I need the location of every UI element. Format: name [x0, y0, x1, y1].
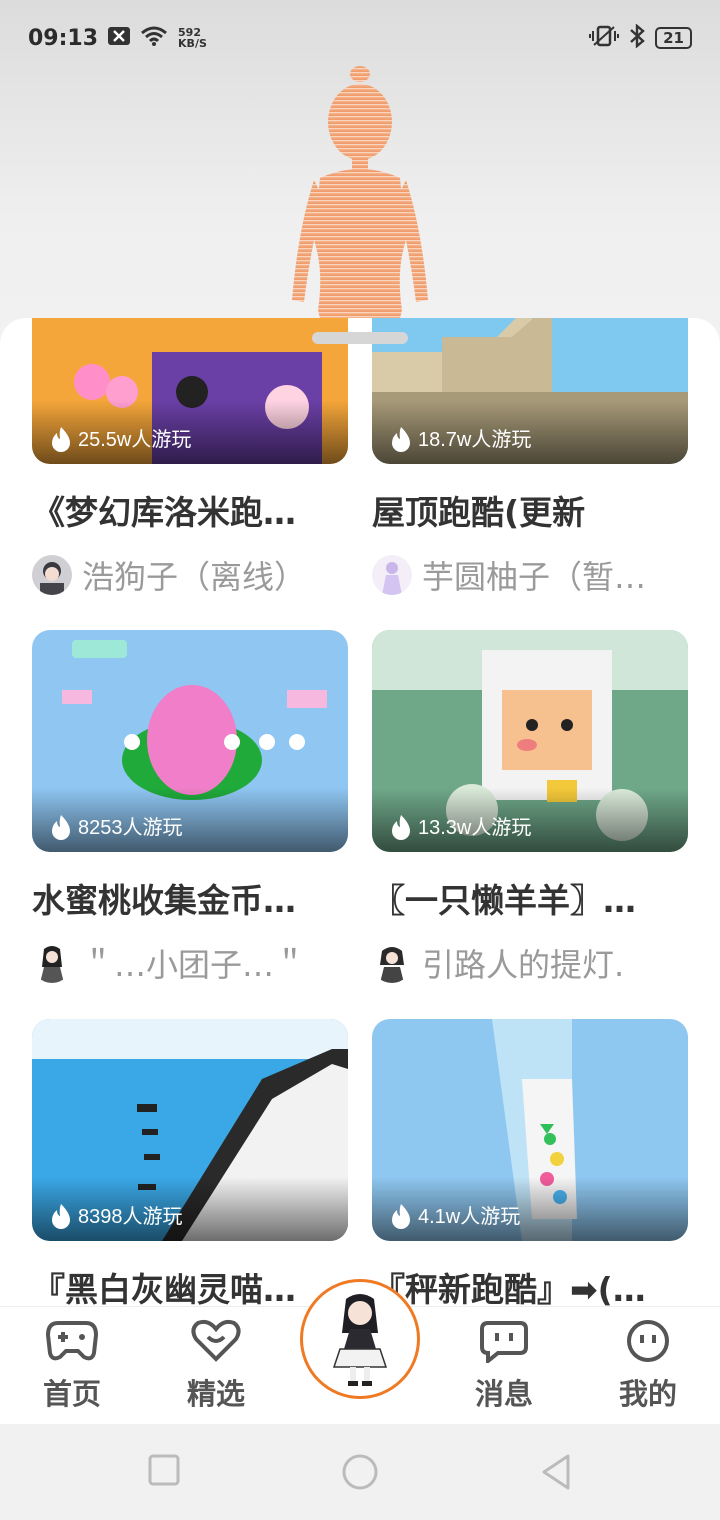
author-name: 芋圆柚子（暂…: [422, 558, 647, 596]
game-title[interactable]: 《梦幻库洛米跑…: [32, 486, 348, 534]
game-thumbnail[interactable]: 13.3w人游玩: [372, 630, 688, 852]
play-count-overlay: 25.5w人游玩: [32, 400, 348, 464]
author-name: ＂…小团子…＂: [82, 946, 307, 984]
play-count: 4.1w人游玩: [418, 1206, 521, 1228]
gamepad-icon: [45, 1321, 99, 1361]
avatar-stage: 09:13 592 KB/S 21: [0, 0, 720, 360]
game-card[interactable]: 4.1w人游玩 『秤新跑酷』➡(…: [372, 1019, 688, 1308]
game-thumbnail[interactable]: 8398人游玩: [32, 1019, 348, 1241]
heart-icon: [191, 1319, 241, 1362]
flame-icon: [392, 815, 410, 840]
play-count: 18.7w人游玩: [418, 429, 532, 451]
recents-square-icon[interactable]: [148, 1454, 180, 1490]
game-card[interactable]: 25.5w人游玩 《梦幻库洛米跑… 浩狗子（离线）: [32, 318, 348, 598]
tab-home[interactable]: 首页: [22, 1319, 122, 1413]
game-thumbnail[interactable]: 25.5w人游玩: [32, 318, 348, 464]
avatar-3d-figure[interactable]: [270, 60, 450, 360]
game-title[interactable]: 屋顶跑酷(更新: [372, 486, 688, 534]
chat-bubble-icon: [480, 1321, 528, 1366]
flame-icon: [392, 1204, 410, 1229]
game-card[interactable]: 8398人游玩 『黑白灰幽灵喵…: [32, 1019, 348, 1308]
play-count: 13.3w人游玩: [418, 817, 532, 839]
play-count: 8398人游玩: [78, 1206, 183, 1228]
bottom-tab-bar: 首页 精选 消息 我的: [0, 1279, 720, 1424]
game-title[interactable]: 水蜜桃收集金币…: [32, 874, 348, 922]
play-count: 8253人游玩: [78, 817, 183, 839]
wifi-icon: [140, 25, 168, 51]
game-thumbnail[interactable]: 4.1w人游玩: [372, 1019, 688, 1241]
game-card[interactable]: 13.3w人游玩 〖一只懒羊羊〗… 引路人的提灯.: [372, 630, 688, 986]
play-count-overlay: 8398人游玩: [32, 1177, 348, 1241]
sheet-drag-handle[interactable]: [312, 332, 408, 344]
battery-indicator: 21: [655, 27, 692, 49]
status-left: 09:13 592 KB/S: [28, 25, 207, 51]
game-card[interactable]: 8253人游玩 水蜜桃收集金币… ＂…小团子…＂: [32, 630, 348, 986]
status-time: 09:13: [28, 25, 99, 51]
net-speed-unit: KB/S: [178, 37, 207, 50]
avatar-center-button[interactable]: [300, 1279, 420, 1399]
system-nav-bar: [0, 1424, 720, 1520]
game-author[interactable]: 引路人的提灯.: [372, 940, 688, 986]
author-name: 浩狗子（离线）: [82, 558, 307, 596]
game-feed-sheet[interactable]: 25.5w人游玩 《梦幻库洛米跑… 浩狗子（离线） 18.7w人游玩 屋顶跑酷(…: [0, 318, 720, 1308]
tab-home-label: 首页: [42, 1377, 101, 1411]
flame-icon: [392, 427, 410, 452]
face-icon: [627, 1320, 669, 1362]
game-title[interactable]: 『秤新跑酷』➡(…: [372, 1263, 688, 1308]
author-avatar[interactable]: [32, 943, 72, 983]
author-avatar[interactable]: [32, 555, 72, 595]
game-thumbnail[interactable]: 18.7w人游玩: [372, 318, 688, 464]
tab-featured[interactable]: 精选: [166, 1319, 266, 1413]
tab-mine-label: 我的: [618, 1377, 677, 1411]
bluetooth-icon: [629, 23, 645, 52]
notification-x-icon: [108, 27, 131, 49]
game-author[interactable]: 芋圆柚子（暂…: [372, 552, 688, 598]
game-thumbnail[interactable]: 8253人游玩: [32, 630, 348, 852]
author-avatar[interactable]: [372, 943, 412, 983]
net-speed: 592 KB/S: [178, 27, 207, 49]
play-count: 25.5w人游玩: [78, 429, 192, 451]
game-grid: 25.5w人游玩 《梦幻库洛米跑… 浩狗子（离线） 18.7w人游玩 屋顶跑酷(…: [0, 318, 720, 1308]
tab-mine[interactable]: 我的: [598, 1319, 698, 1413]
tab-messages[interactable]: 消息: [454, 1319, 554, 1413]
play-count-overlay: 8253人游玩: [32, 788, 348, 852]
author-name: 引路人的提灯.: [422, 946, 625, 984]
flame-icon: [52, 815, 70, 840]
game-author[interactable]: ＂…小团子…＂: [32, 940, 348, 986]
flame-icon: [52, 427, 70, 452]
avatar-character-icon: [332, 1294, 388, 1386]
back-triangle-icon[interactable]: [540, 1454, 572, 1494]
play-count-overlay: 4.1w人游玩: [372, 1177, 688, 1241]
vibrate-icon: [589, 25, 620, 51]
game-author[interactable]: 浩狗子（离线）: [32, 552, 348, 598]
play-count-overlay: 13.3w人游玩: [372, 788, 688, 852]
status-right: 21: [589, 23, 692, 52]
game-title[interactable]: 〖一只懒羊羊〗…: [372, 874, 688, 922]
flame-icon: [52, 1204, 70, 1229]
game-card[interactable]: 18.7w人游玩 屋顶跑酷(更新 芋圆柚子（暂…: [372, 318, 688, 598]
tab-featured-label: 精选: [186, 1377, 245, 1411]
tab-messages-label: 消息: [474, 1377, 533, 1411]
author-avatar[interactable]: [372, 555, 412, 595]
home-circle-icon[interactable]: [342, 1454, 378, 1494]
game-title[interactable]: 『黑白灰幽灵喵…: [32, 1263, 348, 1308]
play-count-overlay: 18.7w人游玩: [372, 400, 688, 464]
